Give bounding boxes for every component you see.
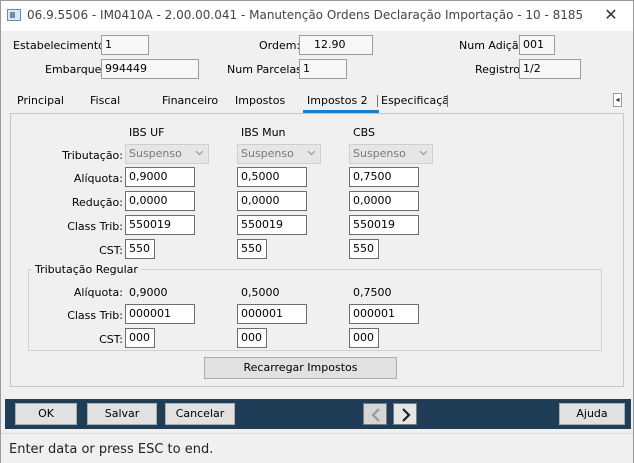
ordem-label: Ordem:: [259, 39, 301, 52]
tributacao-label: Tributação:: [62, 149, 123, 162]
tributacao-ibs-mun-value: Suspenso: [241, 147, 294, 160]
chevron-down-icon: [195, 150, 204, 156]
salvar-button[interactable]: Salvar: [87, 403, 157, 425]
tab-impostos-2[interactable]: Impostos 2: [303, 94, 372, 107]
aliquota-label: Alíquota:: [73, 172, 123, 185]
reducao-ibs-mun-input[interactable]: 0,0000: [237, 191, 307, 211]
column-header-ibs-mun: IBS Mun: [241, 126, 286, 139]
tab-separator: [377, 95, 378, 107]
next-record-button[interactable]: [393, 403, 417, 425]
regular-cst-ibs-uf-input[interactable]: 000: [125, 328, 155, 348]
num-parcelas-label: Num Parcelas:: [227, 63, 306, 76]
reducao-ibs-uf-input[interactable]: 0,0000: [125, 191, 195, 211]
tributacao-ibs-mun-select[interactable]: Suspenso: [237, 144, 321, 164]
class-trib-label: Class Trib:: [67, 220, 123, 233]
ordem-field[interactable]: 12.90: [299, 35, 373, 55]
tributacao-cbs-select[interactable]: Suspenso: [349, 144, 433, 164]
column-header-ibs-uf: IBS UF: [129, 126, 165, 139]
ajuda-button[interactable]: Ajuda: [559, 403, 625, 425]
tributacao-regular-title: Tributação Regular: [32, 263, 141, 276]
chevron-down-icon: [307, 150, 316, 156]
regular-class-trib-label: Class Trib:: [67, 309, 123, 322]
tab-impostos[interactable]: Impostos: [235, 94, 285, 107]
window-title: 06.9.5506 - IM0410A - 2.00.00.041 - Manu…: [27, 8, 584, 22]
regular-aliquota-ibs-mun-value: 0,5000: [241, 286, 280, 299]
tab-strip: Principal Fiscal Financeiro Impostos Imp…: [5, 89, 629, 113]
cst-ibs-uf-input[interactable]: 550: [125, 239, 155, 259]
cancelar-button[interactable]: Cancelar: [165, 403, 235, 425]
reducao-cbs-input[interactable]: 0,0000: [349, 191, 419, 211]
embarque-label: Embarque:: [45, 63, 106, 76]
estabelecimento-label: Estabelecimento:: [13, 39, 109, 52]
regular-class-trib-ibs-mun-input[interactable]: 000001: [237, 304, 307, 324]
aliquota-ibs-uf-input[interactable]: 0,9000: [125, 167, 195, 187]
embarque-field[interactable]: 994449: [101, 59, 199, 79]
ok-button[interactable]: OK: [15, 403, 77, 425]
regular-aliquota-label: Alíquota:: [73, 286, 123, 299]
status-bar: Enter data or press ESC to end.: [1, 433, 633, 463]
regular-class-trib-cbs-input[interactable]: 000001: [349, 304, 419, 324]
regular-aliquota-ibs-uf-value: 0,9000: [129, 286, 168, 299]
regular-class-trib-ibs-uf-input[interactable]: 000001: [125, 304, 195, 324]
tab-separator: [447, 95, 448, 107]
app-window-icon: [7, 9, 21, 21]
tributacao-ibs-uf-select[interactable]: Suspenso: [125, 144, 209, 164]
previous-record-button[interactable]: [363, 403, 387, 425]
num-parcelas-field[interactable]: 1: [299, 59, 347, 79]
chevron-right-icon: [402, 408, 411, 422]
estabelecimento-field[interactable]: 1: [101, 35, 149, 55]
regular-cst-label: CST:: [99, 333, 123, 346]
status-message: Enter data or press ESC to end.: [9, 442, 214, 457]
regular-cst-ibs-mun-input[interactable]: 000: [237, 328, 267, 348]
cst-cbs-input[interactable]: 550: [349, 239, 379, 259]
close-icon: ✕: [604, 5, 618, 24]
class-trib-ibs-mun-input[interactable]: 550019: [237, 215, 307, 235]
recarregar-impostos-button[interactable]: Recarregar Impostos: [204, 357, 397, 379]
tab-scroll-left-icon[interactable]: ◂: [613, 93, 622, 107]
tributacao-cbs-value: Suspenso: [353, 147, 406, 160]
registro-field[interactable]: 1/2: [519, 59, 581, 79]
class-trib-ibs-uf-input[interactable]: 550019: [125, 215, 195, 235]
aliquota-cbs-input[interactable]: 0,7500: [349, 167, 419, 187]
column-header-cbs: CBS: [353, 126, 376, 139]
bottom-toolbar: OK Salvar Cancelar Ajuda: [5, 399, 631, 429]
regular-cst-cbs-input[interactable]: 000: [349, 328, 379, 348]
close-button[interactable]: ✕: [589, 1, 633, 31]
cst-ibs-mun-input[interactable]: 550: [237, 239, 267, 259]
dialog-window: 06.9.5506 - IM0410A - 2.00.00.041 - Manu…: [0, 0, 634, 463]
num-adicao-field[interactable]: 001: [519, 35, 555, 55]
tab-fiscal[interactable]: Fiscal: [90, 94, 120, 107]
registro-label: Registro:: [475, 63, 524, 76]
chevron-down-icon: [419, 150, 428, 156]
regular-aliquota-cbs-value: 0,7500: [353, 286, 392, 299]
tributacao-ibs-uf-value: Suspenso: [129, 147, 182, 160]
class-trib-cbs-input[interactable]: 550019: [349, 215, 419, 235]
tab-financeiro[interactable]: Financeiro: [162, 94, 218, 107]
tab-principal[interactable]: Principal: [17, 94, 64, 107]
reducao-label: Redução:: [71, 196, 123, 209]
title-bar: 06.9.5506 - IM0410A - 2.00.00.041 - Manu…: [1, 1, 633, 31]
cst-label: CST:: [99, 244, 123, 257]
tab-especificacao[interactable]: Especificação: [381, 94, 447, 107]
aliquota-ibs-mun-input[interactable]: 0,5000: [237, 167, 307, 187]
chevron-left-icon: [371, 408, 380, 422]
